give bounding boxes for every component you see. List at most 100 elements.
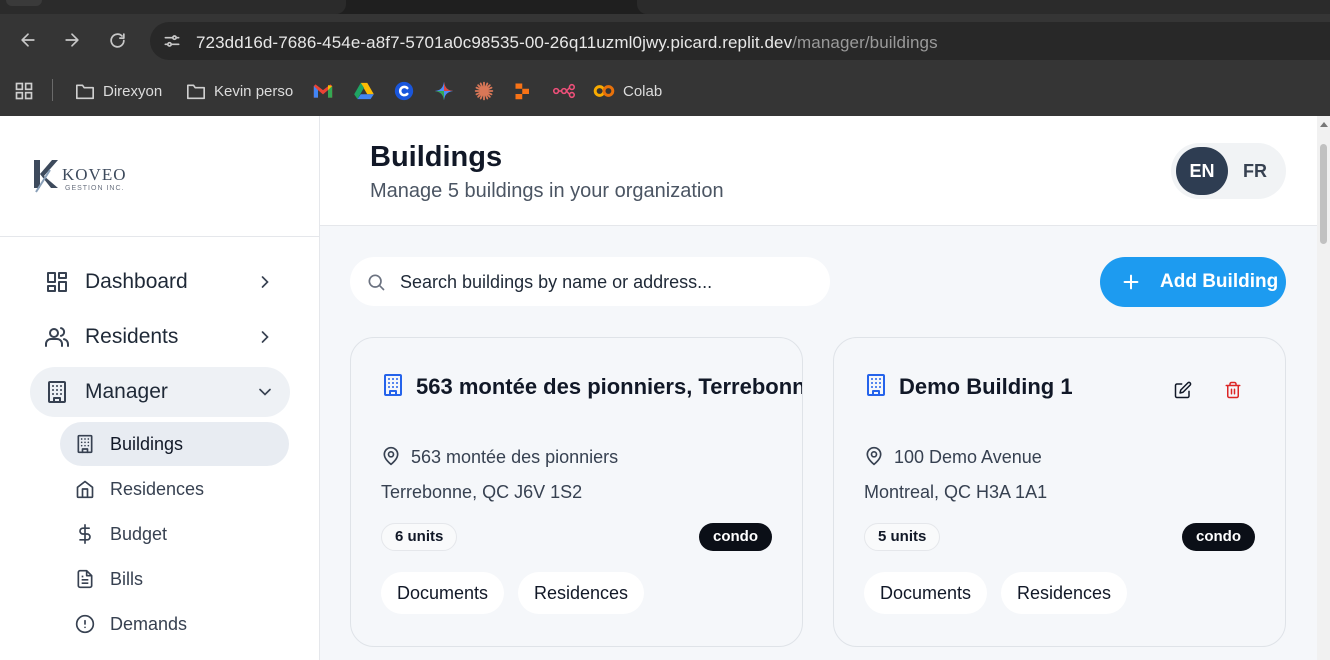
search-input[interactable] — [400, 269, 810, 295]
building-icon — [77, 434, 93, 454]
logo-text: KOVEO — [62, 165, 127, 184]
folder-icon — [76, 84, 94, 100]
building-card[interactable]: Demo Building 1 100 Demo Avenue Montreal… — [833, 337, 1286, 647]
chevron-down-icon — [259, 388, 271, 396]
sidebar-item-dashboard[interactable]: Dashboard — [30, 257, 290, 307]
lang-en-button[interactable]: EN — [1176, 147, 1228, 195]
browser-tab-area[interactable] — [637, 0, 1330, 14]
building-name: Demo Building 1 — [899, 374, 1073, 399]
dashboard-icon — [47, 272, 67, 292]
search-box — [350, 257, 830, 306]
dollar-icon — [79, 524, 91, 544]
units-badge: 6 units — [381, 523, 458, 551]
orange-blocks-icon — [515, 83, 529, 100]
language-toggle: EN FR — [1171, 143, 1286, 199]
sidebar-divider — [0, 236, 319, 237]
sidebar-item-label: Manager — [85, 380, 168, 403]
residences-button[interactable]: Residences — [518, 572, 645, 614]
url-text[interactable]: 723dd16d-7686-454e-a8f7-5701a0c98535-00-… — [196, 33, 938, 53]
apps-button[interactable] — [14, 80, 34, 102]
scrollbar[interactable] — [1317, 116, 1330, 660]
claude-icon — [474, 81, 494, 101]
bookmark-label: Colab — [623, 82, 663, 100]
browser-tab[interactable] — [0, 0, 346, 14]
url-host: 723dd16d-7686-454e-a8f7-5701a0c98535-00-… — [196, 33, 793, 52]
alert-circle-icon — [75, 614, 95, 634]
reload-button[interactable] — [105, 28, 129, 52]
search-icon — [368, 274, 385, 291]
bookmark-colab[interactable]: Colab — [593, 80, 662, 102]
sidebar-subitem-budget[interactable]: Budget — [60, 512, 289, 556]
page-subtitle: Manage 5 buildings in your organization — [370, 180, 724, 202]
arrow-right-icon — [65, 33, 79, 47]
site-info-icon[interactable] — [162, 31, 182, 51]
documents-button[interactable]: Documents — [864, 572, 988, 614]
scroll-up-arrow[interactable] — [1320, 122, 1328, 127]
sidebar-item-manager[interactable]: Manager — [30, 367, 290, 417]
logo-subtext: GESTION INC. — [65, 185, 124, 192]
bookmark-gemini[interactable] — [434, 80, 454, 102]
users-icon — [45, 327, 69, 347]
edit-icon[interactable] — [1174, 381, 1192, 399]
bookmarks-separator — [52, 79, 53, 101]
building-address-line2: Terrebonne, QC J6V 1S2 — [381, 482, 583, 502]
sidebar-subitem-label: Residences — [110, 479, 205, 499]
bookmark-gmail[interactable] — [313, 80, 333, 102]
reload-icon — [109, 32, 125, 48]
chevron-right-icon — [261, 276, 269, 288]
arrow-left-icon — [21, 33, 35, 47]
page-header: Buildings Manage 5 buildings in your org… — [320, 116, 1317, 226]
workflow-icon — [553, 83, 575, 99]
folder-icon — [187, 84, 205, 100]
map-pin-icon — [383, 446, 399, 466]
sidebar-subitem-demands[interactable]: Demands — [60, 602, 289, 646]
bookmark-drive[interactable] — [354, 80, 374, 102]
trash-icon[interactable] — [1224, 381, 1242, 399]
building-icon — [384, 374, 402, 396]
bookmark-workflow[interactable] — [553, 80, 575, 102]
units-badge: 5 units — [864, 523, 941, 551]
gmail-icon — [313, 84, 333, 98]
building-icon — [48, 381, 66, 403]
bookmark-claude[interactable] — [474, 80, 494, 102]
gemini-icon — [434, 81, 454, 101]
bookmarks-bar: Direxyon Kevin perso Colab — [0, 66, 1330, 116]
koveo-logo[interactable]: KOVEO GESTION INC. — [32, 156, 152, 196]
bookmark-label: Direxyon — [103, 82, 163, 100]
lang-fr-button[interactable]: FR — [1229, 147, 1281, 195]
add-building-button[interactable]: Add Building — [1100, 257, 1286, 307]
building-address-line2: Montreal, QC H3A 1A1 — [864, 482, 1048, 502]
home-icon — [76, 480, 94, 499]
sidebar-item-label: Residents — [85, 325, 179, 348]
browser-toolbar: 723dd16d-7686-454e-a8f7-5701a0c98535-00-… — [0, 14, 1330, 66]
sidebar-item-label: Dashboard — [85, 270, 188, 293]
building-address-line1: 563 montée des pionniers — [411, 447, 619, 467]
building-card[interactable]: 563 montée des pionniers, Terrebonne 563… — [350, 337, 803, 647]
map-pin-icon — [866, 446, 882, 466]
scrollbar-thumb[interactable] — [1320, 144, 1327, 244]
sidebar-subitem-label: Budget — [110, 524, 168, 544]
address-bar[interactable]: 723dd16d-7686-454e-a8f7-5701a0c98535-00-… — [150, 22, 1330, 60]
back-button[interactable] — [16, 28, 40, 52]
bookmark-c-app[interactable] — [394, 80, 414, 102]
apps-grid-icon — [15, 82, 33, 100]
building-type-badge: condo — [1182, 523, 1255, 551]
sidebar-subitem-label: Buildings — [110, 434, 184, 454]
colab-icon — [593, 85, 615, 97]
sidebar-subitem-bills[interactable]: Bills — [60, 557, 289, 601]
documents-button[interactable]: Documents — [381, 572, 505, 614]
bookmark-direxyon[interactable]: Direxyon — [75, 80, 162, 102]
chevron-right-icon — [261, 331, 269, 343]
bookmark-label: Kevin perso — [214, 82, 294, 100]
sidebar: KOVEO GESTION INC. Dashboard Residents M… — [0, 116, 320, 660]
sidebar-subitem-label: Demands — [110, 614, 188, 634]
sidebar-subitem-buildings[interactable]: Buildings — [60, 422, 289, 466]
forward-button[interactable] — [60, 28, 84, 52]
sidebar-subitem-residences[interactable]: Residences — [60, 467, 289, 511]
bookmark-kevin-perso[interactable]: Kevin perso — [186, 80, 293, 102]
sidebar-item-residents[interactable]: Residents — [30, 312, 290, 362]
bookmark-orange-app[interactable] — [514, 80, 532, 102]
building-name: 563 montée des pionniers, Terrebonne — [416, 374, 803, 399]
page-title: Buildings — [370, 141, 503, 173]
residences-button[interactable]: Residences — [1001, 572, 1128, 614]
